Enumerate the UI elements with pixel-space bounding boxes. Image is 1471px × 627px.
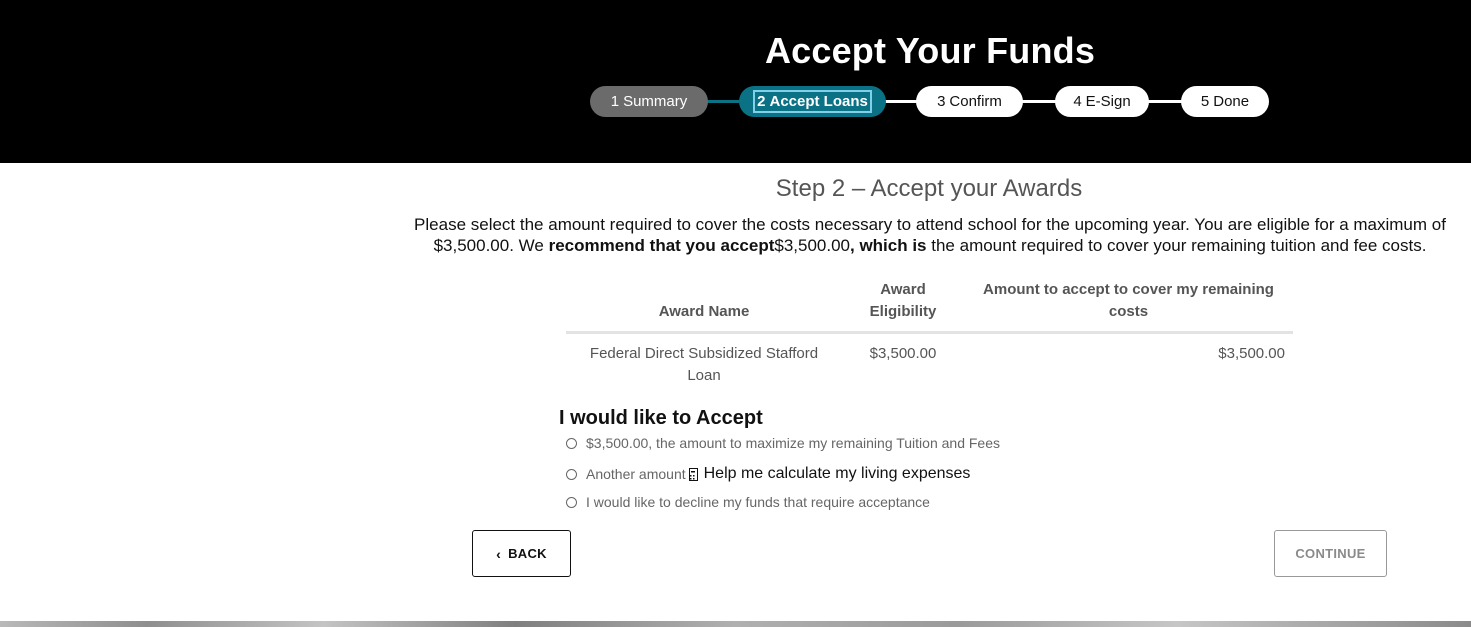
option-max-tuition[interactable]: $3,500.00, the amount to maximize my rem… bbox=[566, 435, 1000, 451]
option-decline-funds[interactable]: I would like to decline my funds that re… bbox=[566, 494, 930, 510]
step-heading: Step 2 – Accept your Awards bbox=[775, 175, 1083, 202]
header-amount-to-accept: Amount to accept to cover my remaining c… bbox=[964, 279, 1293, 334]
header-award-eligibility: Award Eligibility bbox=[842, 279, 964, 334]
step-number: 4 bbox=[1073, 93, 1082, 110]
award-name-cell: Federal Direct Subsidized Stafford Loan bbox=[589, 345, 819, 384]
intro-amount: $3,500.00 bbox=[774, 236, 850, 255]
step-label: Summary bbox=[623, 93, 688, 110]
table-row: Federal Direct Subsidized Stafford Loan … bbox=[566, 333, 1293, 388]
continue-button[interactable]: CONTINUE bbox=[1274, 530, 1387, 577]
step-summary[interactable]: 1 Summary bbox=[590, 86, 708, 117]
step-number: 5 bbox=[1200, 93, 1210, 110]
radio-button[interactable] bbox=[566, 468, 577, 480]
step-e-sign[interactable]: 4 E-Sign bbox=[1055, 86, 1149, 117]
intro-bold-text: , which is bbox=[850, 236, 927, 255]
calculate-link-label[interactable]: Help me calculate my living expenses bbox=[704, 465, 971, 483]
header-banner: Accept Your Funds 1 Summary 2 Accept Loan… bbox=[0, 0, 1471, 163]
award-eligibility-cell: $3,500.00 bbox=[869, 345, 937, 362]
step-label: Confirm bbox=[949, 93, 1002, 110]
step-number: 2 bbox=[757, 93, 766, 110]
option-another-amount[interactable]: Another amount Help me calculate my livi… bbox=[566, 465, 970, 483]
table-header-row: Award Name Award Eligibility Amount to a… bbox=[566, 279, 1293, 334]
step-label: Accept Loans bbox=[769, 93, 868, 110]
option-label[interactable]: $3,500.00, the amount to maximize my rem… bbox=[586, 435, 1000, 451]
step-number: 1 bbox=[610, 93, 620, 110]
calculator-icon bbox=[688, 467, 698, 481]
awards-table: Award Name Award Eligibility Amount to a… bbox=[566, 279, 1293, 387]
radio-button[interactable] bbox=[566, 437, 577, 449]
option-label[interactable]: Another amount bbox=[586, 466, 686, 482]
header-award-name: Award Name bbox=[566, 279, 842, 334]
progress-stepper: 1 Summary 2 Accept Loans 3 Confirm 4 E-Si… bbox=[0, 86, 1471, 118]
back-button[interactable]: ‹ BACK bbox=[472, 530, 571, 577]
option-label[interactable]: I would like to decline my funds that re… bbox=[586, 494, 930, 510]
step-label: Done bbox=[1213, 93, 1250, 110]
step-accept-loans[interactable]: 2 Accept Loans bbox=[739, 86, 886, 117]
step-confirm[interactable]: 3 Confirm bbox=[916, 86, 1023, 117]
radio-button[interactable] bbox=[566, 496, 577, 508]
step-focus-outline: 2 Accept Loans bbox=[753, 90, 872, 113]
step-done[interactable]: 5 Done bbox=[1181, 86, 1269, 117]
page-title: Accept Your Funds bbox=[764, 30, 1096, 71]
award-amount-cell: $3,500.00 bbox=[1218, 345, 1285, 362]
footer-background-image bbox=[0, 621, 1471, 627]
intro-paragraph: Please select the amount required to cov… bbox=[408, 214, 1452, 256]
continue-button-label: CONTINUE bbox=[1295, 546, 1366, 561]
calculate-living-expenses-link[interactable]: Help me calculate my living expenses bbox=[688, 465, 971, 483]
intro-text: the amount required to cover your remain… bbox=[926, 236, 1427, 255]
step-number: 3 bbox=[937, 93, 946, 110]
intro-bold-text: recommend that you accept bbox=[548, 236, 775, 255]
back-button-label: BACK bbox=[508, 546, 547, 561]
step-label: E-Sign bbox=[1085, 93, 1131, 110]
accept-heading: I would like to Accept bbox=[559, 407, 763, 429]
chevron-left-icon: ‹ bbox=[496, 545, 502, 562]
